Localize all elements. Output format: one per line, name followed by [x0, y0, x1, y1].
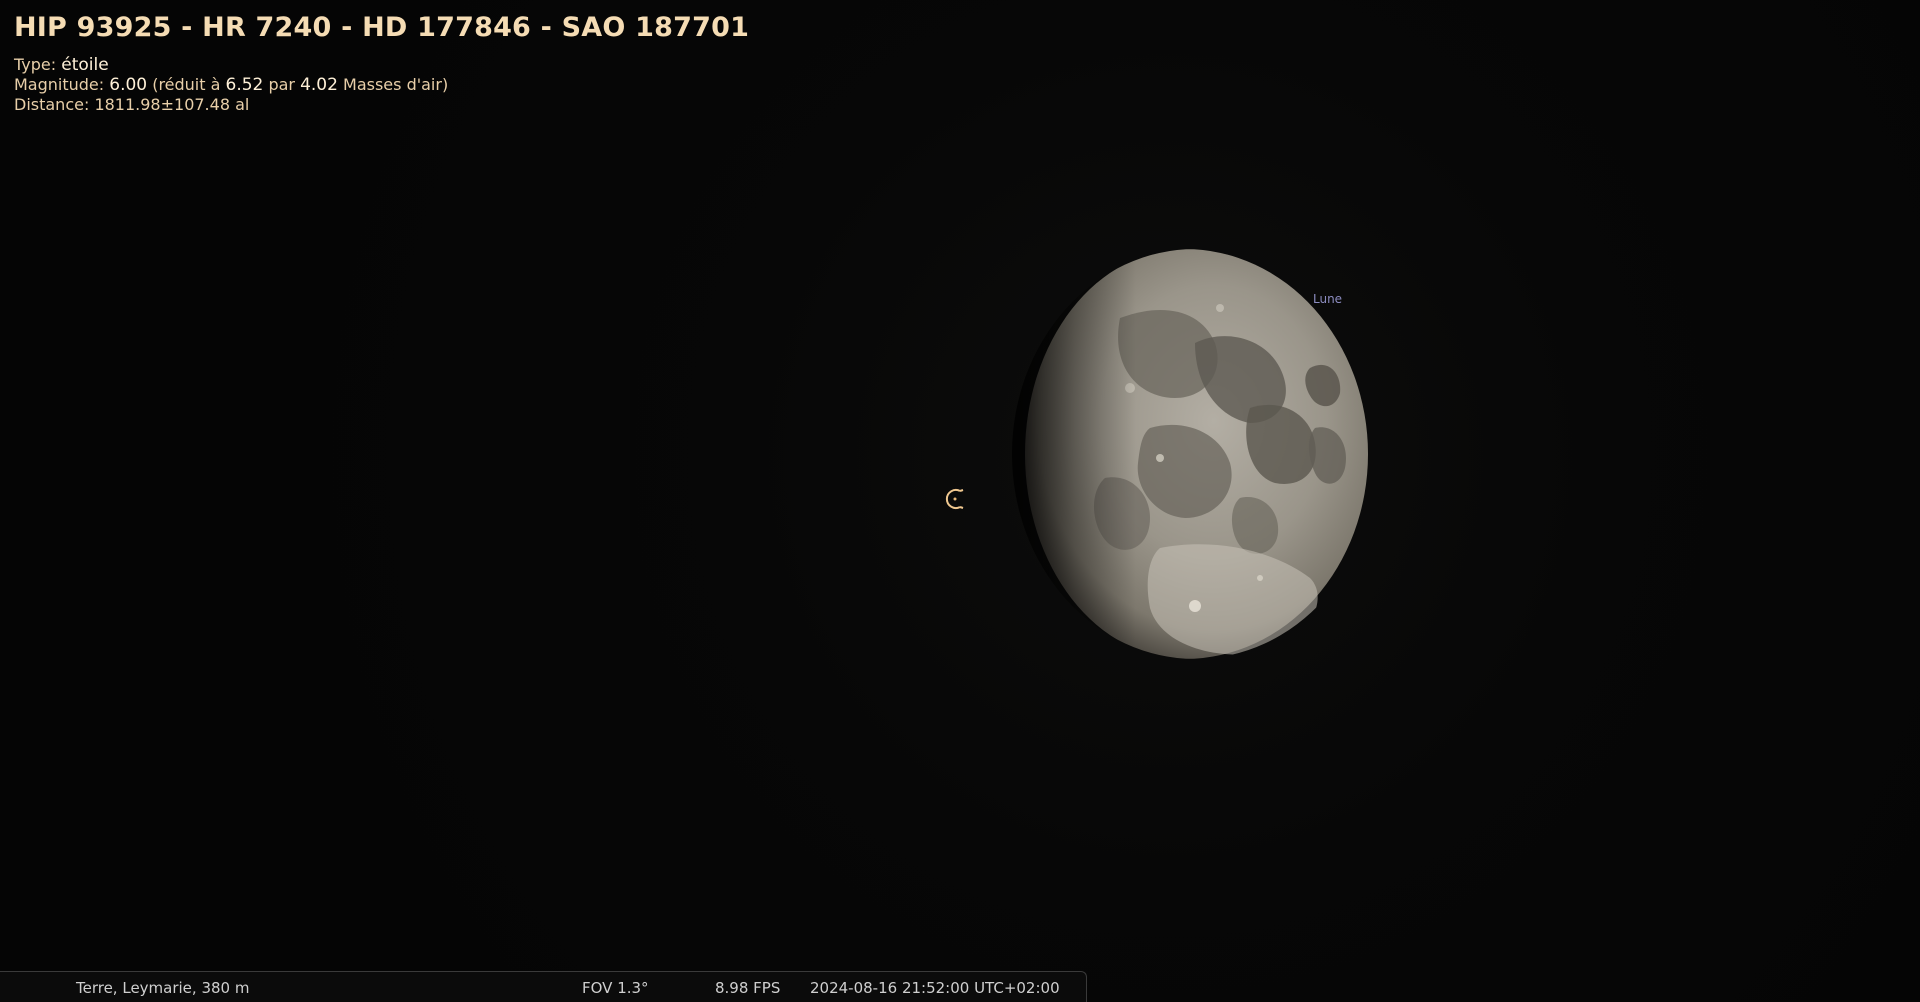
distance-label: Distance:: [14, 95, 95, 114]
object-distance-line: Distance: 1811.98±107.48 al: [14, 95, 749, 115]
target-marker-icon[interactable]: [942, 486, 968, 512]
object-info-panel: HIP 93925 - HR 7240 - HD 177846 - SAO 18…: [14, 12, 749, 115]
datetime-text[interactable]: 2024-08-16 21:52:00 UTC+02:00: [810, 979, 1060, 997]
object-type-line: Type: étoile: [14, 55, 749, 75]
magnitude-reduced-value: 6.52: [225, 75, 264, 95]
object-title: HIP 93925 - HR 7240 - HD 177846 - SAO 18…: [14, 12, 750, 43]
location-text[interactable]: Terre, Leymarie, 380 m: [76, 979, 249, 997]
magnitude-label: Magnitude:: [14, 75, 110, 94]
magnitude-par: par: [263, 75, 301, 94]
type-label: Type:: [14, 55, 62, 74]
magnitude-reduced-prefix: (réduit à: [147, 75, 226, 94]
type-value: étoile: [61, 55, 109, 75]
airmass-suffix: Masses d'air): [337, 75, 449, 94]
distance-value: 1811.98±107.48 al: [94, 95, 250, 114]
moon-gibbous-icon[interactable]: [1010, 248, 1370, 660]
moon-label[interactable]: Lune: [1313, 292, 1342, 306]
magnitude-value: 6.00: [109, 75, 148, 95]
object-magnitude-line: Magnitude: 6.00 (réduit à 6.52 par 4.02 …: [14, 75, 749, 95]
fov-text: FOV 1.3°: [582, 979, 649, 997]
fps-text: 8.98 FPS: [715, 979, 781, 997]
airmass-value: 4.02: [300, 75, 338, 95]
status-bar: Terre, Leymarie, 380 m FOV 1.3° 8.98 FPS…: [0, 971, 1087, 1002]
